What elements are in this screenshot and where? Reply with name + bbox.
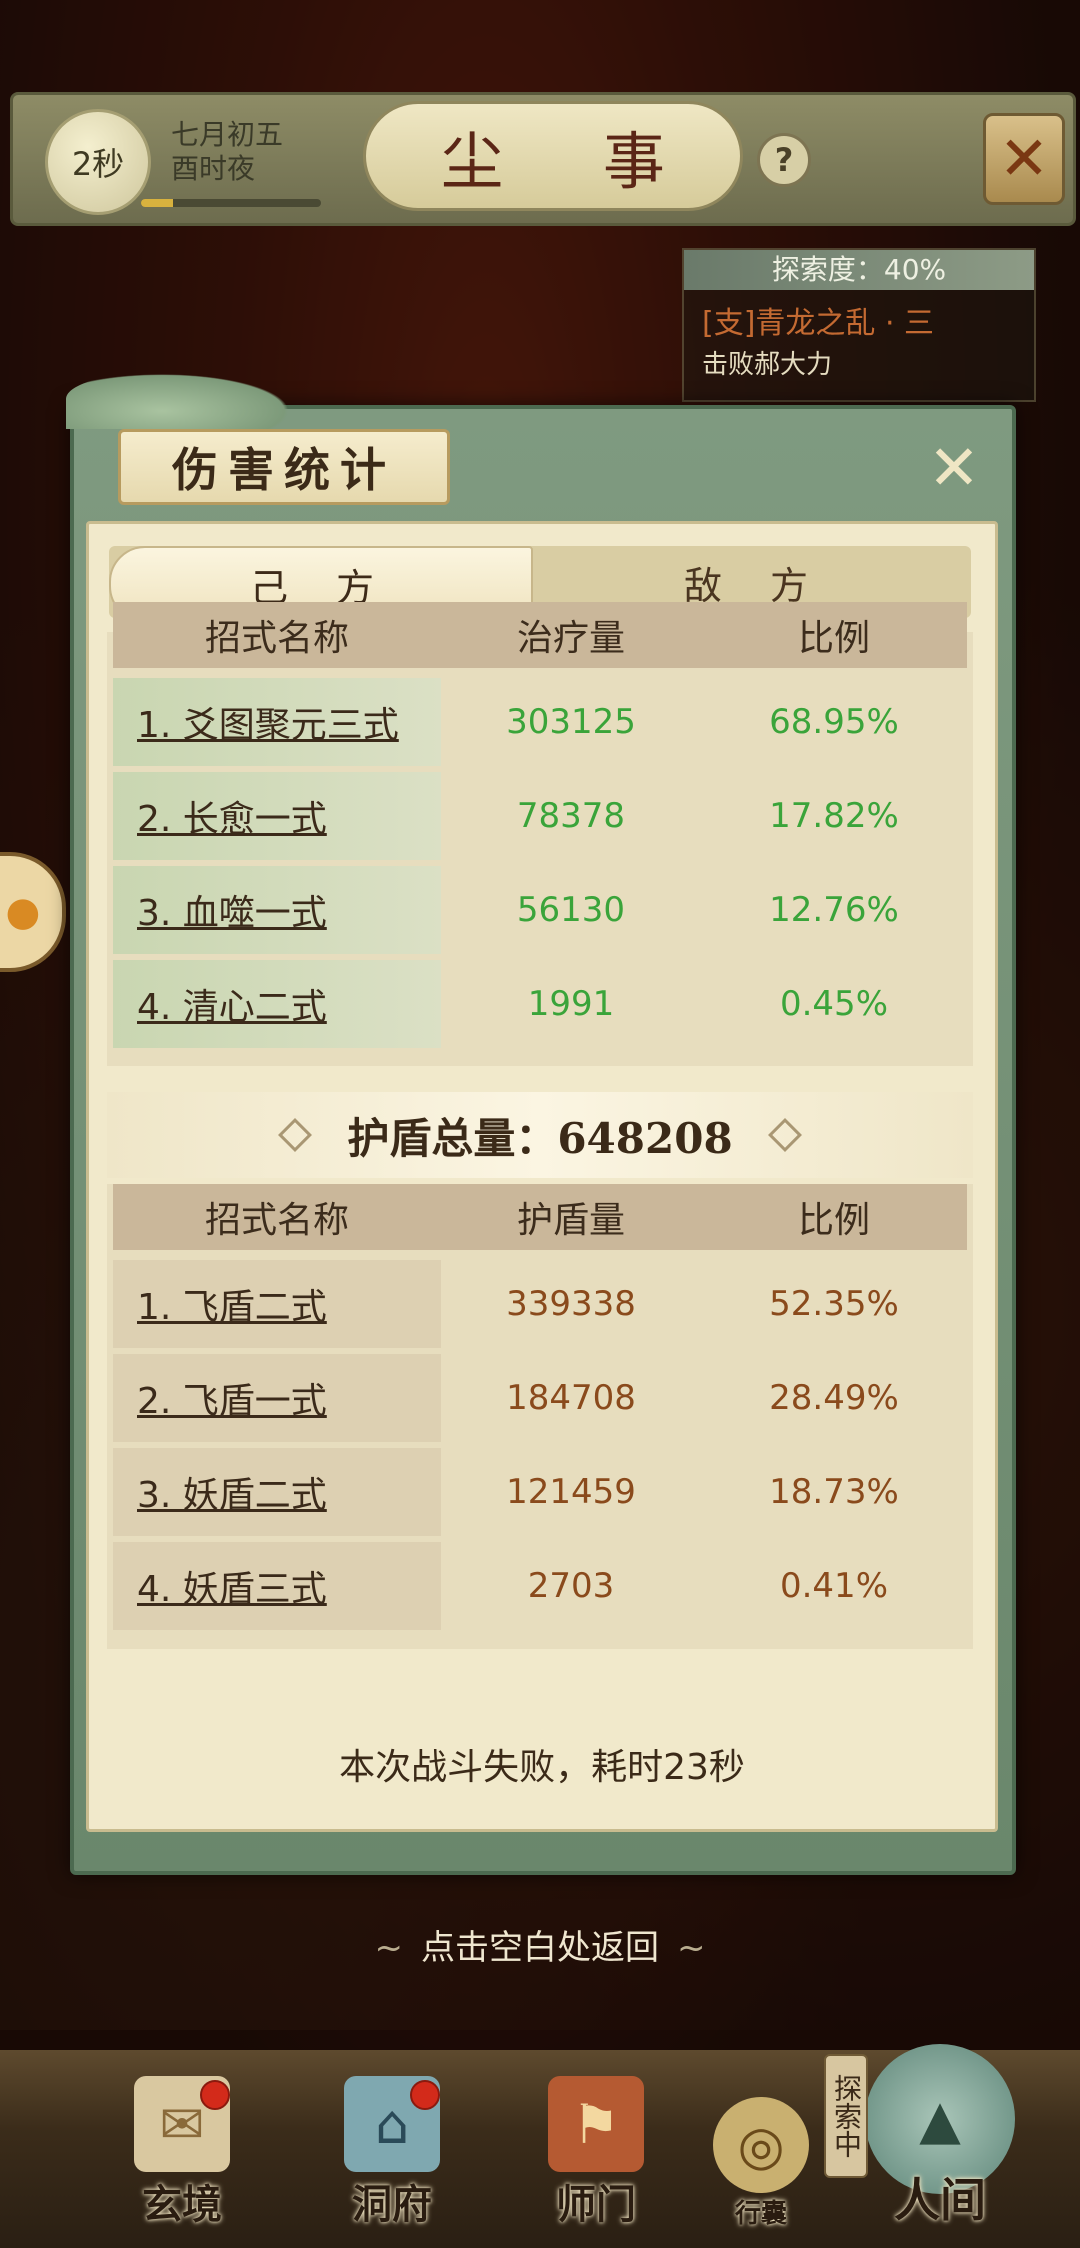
shield-amount: 339338 [506,1284,636,1324]
nav-item-xuanjing[interactable]: ✉ 玄境 [112,2076,252,2230]
time-progress-fill [141,199,174,207]
shield-total-label: 护盾总量：648208 [347,1113,733,1163]
return-hint[interactable]: ~ 点击空白处返回 ~ [0,1920,1080,1969]
header-ratio: 比例 [797,618,870,659]
shield-ratio: 0.41% [779,1566,888,1606]
swirl-right-icon: ~ [677,1928,706,1968]
heal-ratio: 17.82% [769,796,899,836]
heal-amount: 1991 [527,984,615,1024]
quest-panel[interactable]: 探索度：40% [支]青龙之乱 · 三 击败郝大力 [682,248,1036,402]
damage-stats-dialog: 伤害统计 ✕ 己 方 敌 方 招式名称 治疗量 比例 1. 爻图聚元三式 303… [66,369,1016,1875]
page-title: 尘 事 [363,101,743,211]
notification-dot [410,2080,440,2110]
diamond-ornament-icon [278,1118,313,1152]
table-row: 2. 长愈一式 78378 17.82% [113,772,967,860]
dialog-content: 己 方 敌 方 招式名称 治疗量 比例 1. 爻图聚元三式 303125 68.… [86,521,998,1832]
table-row: 4. 清心二式 1991 0.45% [113,960,967,1048]
table-row: 1. 飞盾二式 339338 52.35% [113,1260,967,1348]
nav-label: 洞府 [352,2181,432,2228]
skill-name-link[interactable]: 2. 长愈一式 [113,772,441,860]
shield-table[interactable]: 招式名称 护盾量 比例 1. 飞盾二式 339338 52.35% 2. 飞盾一… [107,1184,973,1649]
table-row: 3. 血噬一式 56130 12.76% [113,866,967,954]
table-header: 招式名称 护盾量 比例 [113,1184,967,1250]
nav-item-shimen[interactable]: ⚑ 师门 [526,2076,666,2230]
shield-amount: 184708 [506,1378,636,1418]
nav-item-xingnang[interactable]: ◎ 行囊 [706,2097,816,2230]
timer-badge: 2秒 [45,109,151,215]
banner-icon: ⚑ [548,2076,644,2172]
help-icon[interactable]: ? [757,133,811,187]
nav-item-dongfu[interactable]: ⌂ 洞府 [322,2076,462,2230]
battle-result-text: 本次战斗失败，耗时23秒 [339,1747,745,1788]
header-shield-amount: 护盾量 [516,1200,625,1241]
header-skill-name: 招式名称 [204,618,349,659]
table-row: 1. 爻图聚元三式 303125 68.95% [113,678,967,766]
table-row: 2. 飞盾一式 184708 28.49% [113,1354,967,1442]
swirl-left-icon: ~ [374,1928,404,1968]
table-row: 4. 妖盾三式 2703 0.41% [113,1542,967,1630]
healing-table[interactable]: 招式名称 治疗量 比例 1. 爻图聚元三式 303125 68.95% 2. 长… [107,602,973,1066]
shield-ratio: 18.73% [769,1472,899,1512]
nav-label: 玄境 [142,2181,222,2228]
heal-amount: 303125 [506,702,636,742]
mountain-decoration [66,369,306,429]
nav-label: 人间 [894,2173,986,2227]
shield-ratio: 28.49% [769,1378,899,1418]
bottom-nav: ✉ 玄境 ⌂ 洞府 ⚑ 师门 ◎ 行囊 ▲ 人间 [0,2044,1080,2248]
date-label: 七月初五 [171,118,284,151]
heal-amount: 78378 [516,796,626,836]
explore-progress-label: 探索度：40% [684,250,1034,290]
header-skill-name: 招式名称 [204,1200,349,1241]
skill-name-link[interactable]: 1. 飞盾二式 [113,1260,441,1348]
table-row: 3. 妖盾二式 121459 18.73% [113,1448,967,1536]
nav-item-renjian[interactable]: ▲ 人间 [840,2044,1040,2230]
top-bar: 2秒 七月初五 酉时夜 尘 事 ? ✕ [10,92,1076,226]
notification-dot [200,2080,230,2110]
shield-total-banner: 护盾总量：648208 [107,1092,973,1178]
heal-ratio: 0.45% [779,984,888,1024]
nav-label: 行囊 [734,2199,787,2229]
header-ratio: 比例 [797,1200,870,1241]
nav-label: 师门 [556,2181,636,2228]
skill-name-link[interactable]: 4. 妖盾三式 [113,1542,441,1630]
dialog-close-icon[interactable]: ✕ [922,431,986,504]
heal-ratio: 68.95% [769,702,899,742]
time-period-label: 酉时夜 [171,152,256,185]
heal-ratio: 12.76% [769,890,899,930]
shield-amount: 2703 [527,1566,615,1606]
table-header: 招式名称 治疗量 比例 [113,602,967,668]
quest-title: [支]青龙之乱 · 三 [702,306,935,341]
shield-amount: 121459 [506,1472,636,1512]
heal-amount: 56130 [516,890,626,930]
return-hint-label: 点击空白处返回 [421,1928,659,1968]
exploring-tag: 探索中 [824,2054,868,2178]
diamond-ornament-icon [767,1118,802,1152]
bag-icon: ◎ [713,2097,809,2193]
skill-name-link[interactable]: 4. 清心二式 [113,960,441,1048]
dialog-title: 伤害统计 [118,429,450,505]
header-heal-amount: 治疗量 [516,618,625,659]
skill-name-link[interactable]: 3. 血噬一式 [113,866,441,954]
quest-description: 击败郝大力 [702,350,833,380]
skill-name-link[interactable]: 2. 飞盾一式 [113,1354,441,1442]
skill-name-link[interactable]: 1. 爻图聚元三式 [113,678,441,766]
shield-ratio: 52.35% [769,1284,899,1324]
time-progress-bar [141,199,321,207]
gamepad-icon: ● [5,889,41,935]
close-icon[interactable]: ✕ [983,113,1065,205]
skill-name-link[interactable]: 3. 妖盾二式 [113,1448,441,1536]
